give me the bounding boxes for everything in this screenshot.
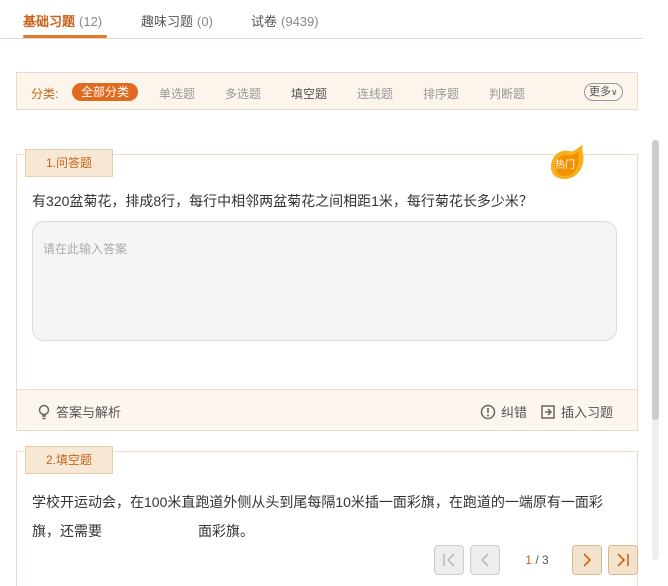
hot-label: 热门 (555, 160, 575, 171)
question-type-badge: 1.问答题 (25, 149, 113, 177)
filter-fill-blank[interactable]: 填空题 (291, 85, 327, 102)
scrollbar-thumb[interactable] (652, 140, 659, 420)
tab-count: (0) (197, 14, 213, 29)
filter-single-choice[interactable]: 单选题 (159, 85, 195, 102)
insert-exercise-button[interactable]: 插入习题 (540, 402, 613, 421)
answer-analysis-label: 答案与解析 (56, 405, 122, 420)
insert-icon (541, 405, 555, 419)
tab-basic-exercises[interactable]: 基础习题 (12) (23, 11, 102, 30)
report-error-label: 纠错 (501, 405, 528, 420)
last-page-icon (617, 553, 629, 567)
question-text: 学校开运动会，在100米直跑道外侧从头到尾每隔10米插一面彩旗，在跑道的一端原有… (32, 488, 627, 546)
active-tab-indicator (23, 35, 107, 38)
lightbulb-icon (38, 404, 50, 420)
vertical-scrollbar[interactable] (652, 140, 659, 560)
tab-count: (9439) (281, 14, 319, 29)
page-indicator: 1 / 3 (506, 545, 568, 575)
question-card-1: 1.问答题 热门 有320盆菊花，排成8行，每行中相邻两盆菊花之间相距1米，每行… (16, 145, 638, 431)
tab-label: 趣味习题 (141, 14, 194, 29)
insert-exercise-label: 插入习题 (561, 405, 614, 420)
filter-matching[interactable]: 连线题 (357, 85, 393, 102)
filter-more-button[interactable]: 更多∨ (584, 83, 623, 101)
tab-count: (12) (79, 14, 103, 29)
question-text: 有320盆菊花，排成8行，每行中相邻两盆菊花之间相距1米，每行菊花长多少米？ (32, 193, 533, 209)
filter-ordering[interactable]: 排序题 (423, 85, 459, 102)
alert-circle-icon (480, 404, 496, 420)
hot-badge: 热门 (547, 145, 584, 179)
tab-bar: 基础习题 (12) 趣味习题 (0) 试卷 (9439) (0, 0, 643, 39)
first-page-icon (443, 553, 455, 567)
page-separator: / (535, 553, 539, 567)
question-text-part2: 面彩旗。 (198, 523, 254, 539)
next-page-button[interactable] (572, 545, 602, 575)
prev-page-button[interactable] (470, 545, 500, 575)
last-page-button[interactable] (608, 545, 638, 575)
first-page-button[interactable] (434, 545, 464, 575)
current-page: 1 (525, 553, 532, 567)
tab-fun-exercises[interactable]: 趣味习题 (0) (141, 11, 213, 30)
filter-all-categories[interactable]: 全部分类 (72, 83, 139, 101)
tab-exam-papers[interactable]: 试卷 (9439) (251, 11, 319, 30)
filter-true-false[interactable]: 判断题 (489, 85, 525, 102)
question-type-badge: 2.填空题 (25, 446, 113, 474)
report-error-button[interactable]: 纠错 (480, 402, 527, 421)
answer-placeholder: 请在此输入答案 (43, 242, 128, 256)
chevron-right-icon (583, 553, 592, 567)
total-pages: 3 (542, 553, 549, 567)
filter-label: 分类: (31, 87, 59, 101)
category-filter-bar: 分类: 全部分类 单选题 多选题 填空题 连线题 排序题 判断题 更多∨ (16, 72, 638, 110)
tab-label: 试卷 (251, 14, 278, 29)
answer-analysis-button[interactable]: 答案与解析 (37, 402, 121, 421)
answer-input[interactable]: 请在此输入答案 (32, 221, 617, 341)
tab-label: 基础习题 (23, 14, 76, 29)
question-text-part1: 学校开运动会，在100米直跑道外侧从头到尾每隔10米插一面彩旗，在跑道的一端原有… (32, 494, 603, 539)
card-footer: 答案与解析 纠错 插入习题 (17, 389, 637, 430)
chevron-down-icon: ∨ (611, 87, 618, 97)
more-label: 更多 (589, 86, 611, 98)
chevron-left-icon (480, 553, 489, 567)
filter-multiple-choice[interactable]: 多选题 (225, 85, 261, 102)
